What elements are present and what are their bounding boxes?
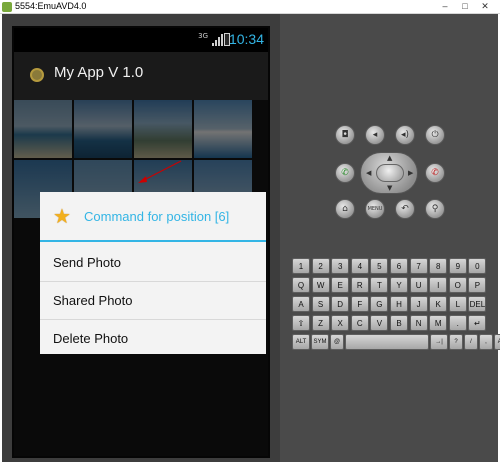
key-sym[interactable]: SYM — [311, 334, 329, 350]
key-e[interactable]: E — [331, 277, 350, 293]
hardware-keyboard: 1 2 3 4 5 6 7 8 9 0 Q W E R T Y U I O P A S D F G H J K L DEL ⇧ Z X C V B N M… — [292, 258, 500, 352]
key-4[interactable]: 4 — [350, 258, 369, 274]
key-l[interactable]: L — [448, 296, 467, 312]
menu-icon[interactable]: MENU — [365, 199, 385, 219]
key-y[interactable]: Y — [390, 277, 408, 293]
key-q[interactable]: Q — [292, 277, 310, 293]
key-x[interactable]: X — [331, 315, 350, 331]
key-j[interactable]: J — [409, 296, 428, 312]
dpad[interactable]: ▲ ▼ ◀ ▶ — [360, 152, 418, 194]
key-p[interactable]: P — [468, 277, 487, 293]
key-n[interactable]: N — [409, 315, 428, 331]
key-del[interactable]: DEL — [468, 296, 487, 312]
key-symbol[interactable]: ? — [449, 334, 463, 350]
key-9[interactable]: 9 — [448, 258, 467, 274]
key-f[interactable]: F — [350, 296, 369, 312]
key-symbol[interactable]: @ — [330, 334, 344, 350]
key-symbol[interactable]: →| — [430, 334, 448, 350]
key-6[interactable]: 6 — [390, 258, 408, 274]
key-alt[interactable]: ALT — [292, 334, 310, 350]
key-symbol[interactable]: , — [479, 334, 493, 350]
key-5[interactable]: 5 — [370, 258, 389, 274]
key-8[interactable]: 8 — [429, 258, 448, 274]
dpad-down-icon[interactable]: ▼ — [387, 184, 392, 192]
key-r[interactable]: R — [350, 277, 369, 293]
volume-down-icon[interactable]: ◂ — [365, 125, 385, 145]
key-symbol[interactable]: ↵ — [468, 315, 487, 331]
key-2[interactable]: 2 — [311, 258, 330, 274]
key-symbol[interactable]: / — [464, 334, 478, 350]
key-h[interactable]: H — [390, 296, 408, 312]
power-icon[interactable]: ⏻ — [425, 125, 445, 145]
end-call-icon[interactable]: ✆ — [425, 163, 445, 183]
key-z[interactable]: Z — [311, 315, 330, 331]
call-icon[interactable]: ✆ — [335, 163, 355, 183]
key-b[interactable]: B — [390, 315, 408, 331]
key-d[interactable]: D — [331, 296, 350, 312]
camera-icon[interactable]: ◘ — [335, 125, 355, 145]
volume-up-icon[interactable]: ◂) — [395, 125, 415, 145]
key-w[interactable]: W — [311, 277, 330, 293]
back-icon[interactable]: ↶ — [395, 199, 415, 219]
key-t[interactable]: T — [370, 277, 389, 293]
key-1[interactable]: 1 — [292, 258, 310, 274]
annotation-arrow — [138, 160, 182, 183]
key-7[interactable]: 7 — [409, 258, 428, 274]
dpad-center-button[interactable] — [376, 164, 404, 182]
key-3[interactable]: 3 — [331, 258, 350, 274]
key-a[interactable]: A — [292, 296, 310, 312]
dpad-up-icon[interactable]: ▲ — [387, 154, 392, 162]
key-u[interactable]: U — [409, 277, 428, 293]
key-space[interactable] — [345, 334, 429, 350]
dpad-right-icon[interactable]: ▶ — [408, 169, 413, 177]
key-i[interactable]: I — [429, 277, 448, 293]
key-symbol[interactable]: . — [448, 315, 467, 331]
key-k[interactable]: K — [429, 296, 448, 312]
key-c[interactable]: C — [350, 315, 369, 331]
key-o[interactable]: O — [448, 277, 467, 293]
key-g[interactable]: G — [370, 296, 389, 312]
home-icon[interactable]: ⌂ — [335, 199, 355, 219]
key-s[interactable]: S — [311, 296, 330, 312]
key-symbol[interactable]: ⇧ — [292, 315, 310, 331]
key-v[interactable]: V — [370, 315, 389, 331]
key-m[interactable]: M — [429, 315, 448, 331]
key-0[interactable]: 0 — [468, 258, 487, 274]
dpad-left-icon[interactable]: ◀ — [366, 169, 371, 177]
search-icon[interactable]: ⚲ — [425, 199, 445, 219]
key-alt[interactable]: ALT — [494, 334, 500, 350]
